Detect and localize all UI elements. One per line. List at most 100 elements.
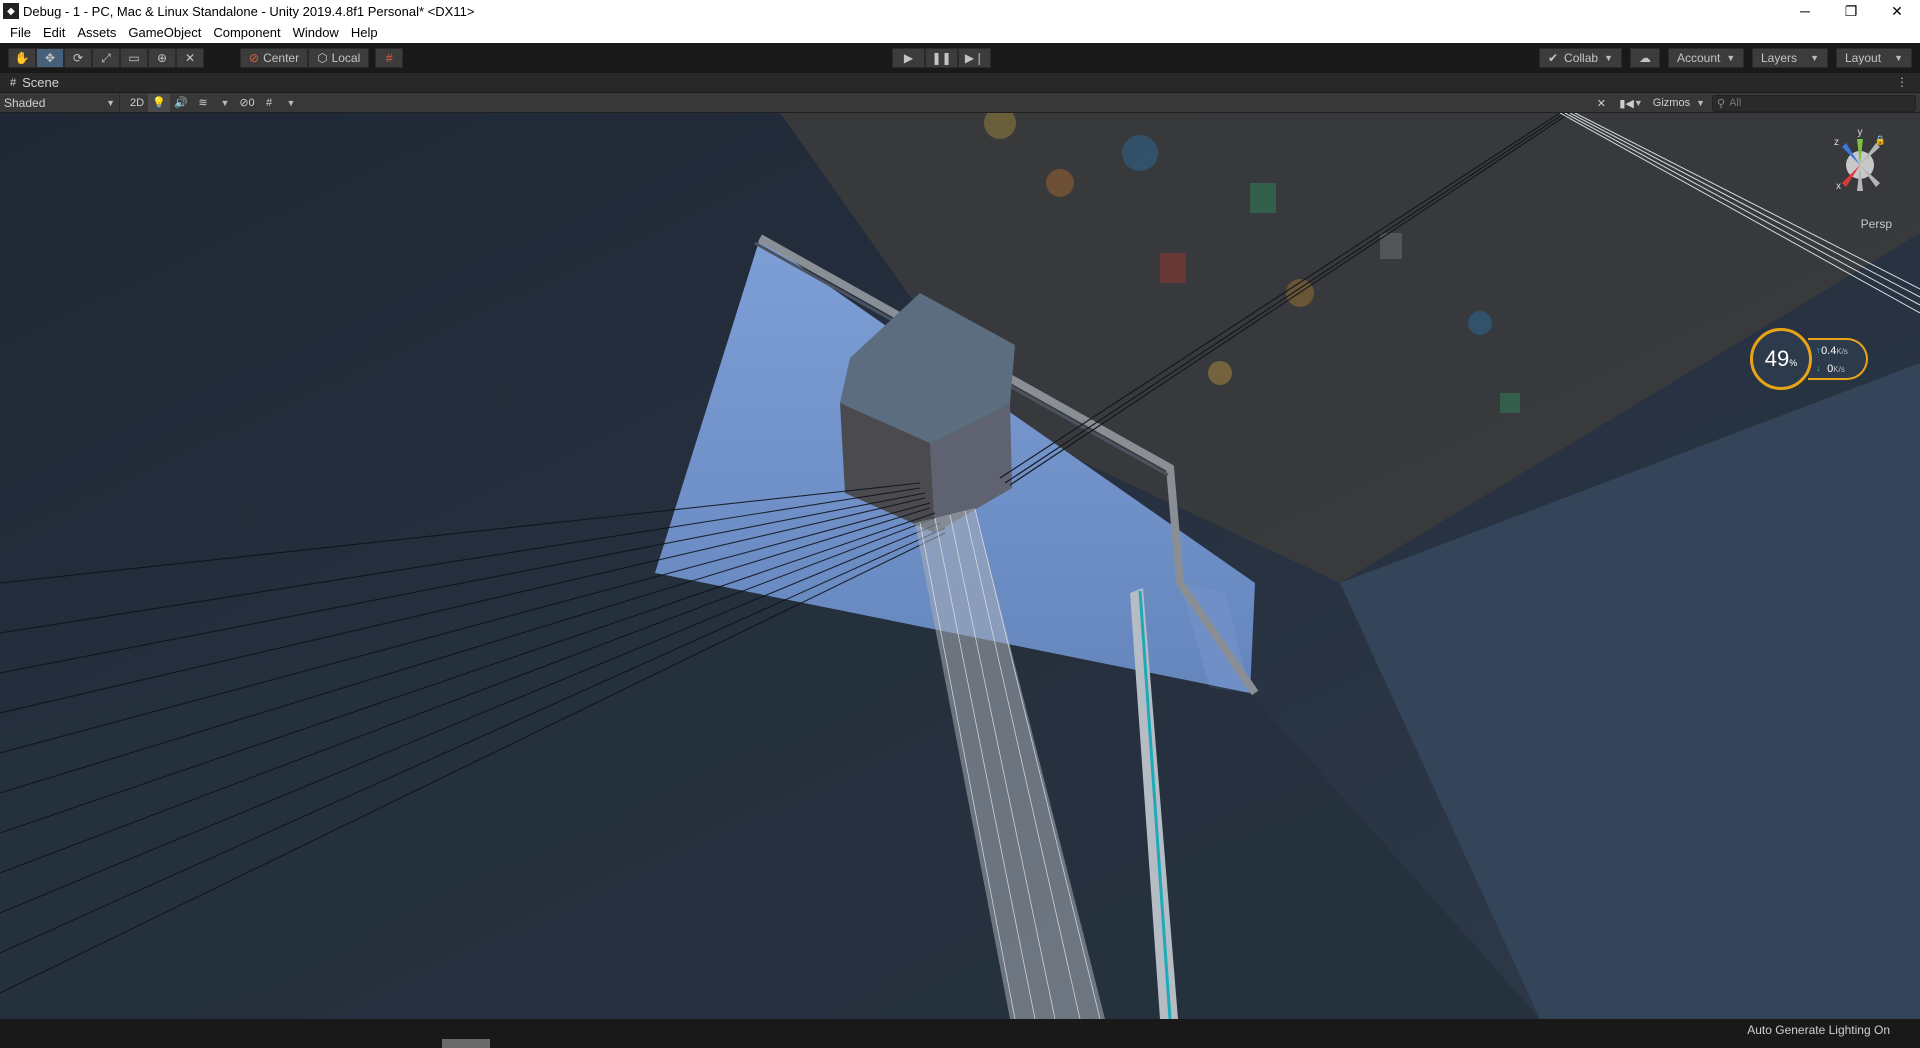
scene-search-input[interactable]	[1729, 97, 1910, 109]
snap-button[interactable]: #	[375, 48, 404, 68]
cpu-percent-unit: %	[1789, 358, 1798, 368]
window-controls: ─ ❐ ✕	[1782, 0, 1920, 22]
transform-icon: ⊕	[156, 51, 168, 65]
wrench-icon: ✕	[1596, 97, 1606, 110]
restore-button[interactable]: ❐	[1828, 0, 1874, 22]
upload-unit: K/s	[1836, 347, 1848, 356]
pivot-rotation-label: Local	[331, 51, 361, 65]
upload-arrow-icon: ↑	[1816, 345, 1821, 355]
chevron-down-icon: ▼	[220, 97, 230, 108]
layers-label: Layers	[1761, 51, 1798, 65]
play-button[interactable]: ▶	[892, 48, 925, 68]
grid-toggle[interactable]: #	[258, 94, 280, 112]
move-tool-button[interactable]: ✥	[36, 48, 64, 68]
status-progress-indicator	[442, 1039, 490, 1048]
rect-tool-button[interactable]: ▭	[120, 48, 148, 68]
step-icon: ▶❘	[964, 51, 985, 65]
check-icon: ✔	[1547, 51, 1559, 65]
download-unit: K/s	[1833, 365, 1845, 374]
upload-value: 0.4	[1821, 345, 1837, 357]
scene-orientation-gizmo[interactable]: y z x 🔒 Persp	[1820, 125, 1900, 231]
close-button[interactable]: ✕	[1874, 0, 1920, 22]
axis-gizmo-icon: y z x	[1834, 127, 1880, 192]
network-monitor-widget[interactable]: ↑ 0.4K/s ↓ 0K/s 49%	[1750, 328, 1880, 392]
chevron-down-icon: ▼	[1633, 98, 1643, 108]
toggle-2d-button[interactable]: 2D	[126, 94, 148, 112]
layout-dropdown[interactable]: Layout ▼	[1836, 48, 1912, 68]
scene-toolbar-right: ✕ ▮◀ ▼ Gizmos ▼ ⚲	[1590, 94, 1916, 112]
menu-component[interactable]: Component	[207, 25, 286, 40]
pause-button[interactable]: ❚❚	[925, 48, 958, 68]
rotate-tool-button[interactable]: ⟳	[64, 48, 92, 68]
custom-tool-button[interactable]: ✕	[176, 48, 204, 68]
main-toolbar: ✋ ✥ ⟳ ⤢ ▭ ⊕ ✕ ⊘ Center ⬡ Local # ▶ ❚❚ ▶❘…	[0, 43, 1920, 73]
hidden-objects-toggle[interactable]: ⊘ 0	[236, 94, 258, 112]
lighting-status[interactable]: Auto Generate Lighting On	[1747, 1023, 1890, 1037]
eye-slash-icon: ⊘	[239, 97, 249, 109]
upload-rate: ↑ 0.4K/s	[1816, 345, 1848, 357]
scale-icon: ⤢	[101, 50, 111, 65]
scene-tab-strip: # Scene ⋮	[0, 73, 1920, 93]
menu-window[interactable]: Window	[287, 25, 345, 40]
cpu-percent-value: 49	[1764, 346, 1790, 371]
draw-mode-label: Shaded	[4, 95, 46, 110]
collab-label: Collab	[1564, 51, 1599, 65]
axis-z-label: z	[1834, 137, 1839, 148]
menu-help[interactable]: Help	[345, 25, 384, 40]
grid-dropdown[interactable]: ▼	[280, 94, 302, 112]
lock-icon[interactable]: 🔒	[1875, 135, 1886, 146]
speaker-icon: 🔊	[174, 97, 188, 109]
hand-tool-button[interactable]: ✋	[8, 48, 36, 68]
chevron-down-icon: ▼	[1894, 53, 1903, 63]
axis-y-label: y	[1858, 127, 1863, 138]
draw-mode-dropdown[interactable]: Shaded ▼	[0, 93, 120, 112]
menu-gameobject[interactable]: GameObject	[122, 25, 207, 40]
rotate-icon: ⟳	[72, 51, 84, 65]
menu-assets[interactable]: Assets	[71, 25, 122, 40]
more-options-icon[interactable]: ⋮	[1896, 75, 1908, 89]
search-icon: ⚲	[1717, 97, 1726, 110]
unity-app-icon: ◆	[3, 3, 19, 19]
effects-toggle[interactable]: ≋	[192, 94, 214, 112]
cloud-button[interactable]: ☁	[1630, 48, 1660, 68]
axis-x-label: x	[1836, 181, 1841, 192]
hand-icon: ✋	[14, 51, 30, 65]
transform-tools: ✋ ✥ ⟳ ⤢ ▭ ⊕ ✕	[8, 48, 204, 68]
wrench-icon: ✕	[184, 51, 196, 65]
pivot-icon: ⊘	[249, 51, 260, 65]
pivot-rotation-toggle[interactable]: ⬡ Local	[308, 48, 370, 68]
account-label: Account	[1677, 51, 1721, 65]
local-icon: ⬡	[317, 51, 328, 65]
menu-file[interactable]: File	[4, 25, 37, 40]
scene-viewport[interactable]: y z x 🔒 Persp ↑ 0.4K/s ↓ 0K/s 49%	[0, 113, 1920, 1019]
account-dropdown[interactable]: Account ▼	[1668, 48, 1744, 68]
menu-edit[interactable]: Edit	[37, 25, 71, 40]
grid-icon: #	[265, 96, 273, 109]
minimize-button[interactable]: ─	[1782, 0, 1828, 22]
chevron-down-icon: ▼	[106, 97, 115, 108]
scene-grid-icon: #	[10, 76, 17, 89]
scale-tool-button[interactable]: ⤢	[92, 48, 120, 68]
layers-dropdown[interactable]: Layers ▼	[1752, 48, 1828, 68]
gizmos-dropdown[interactable]: Gizmos ▼	[1650, 94, 1708, 112]
chevron-down-icon: ▼	[1726, 53, 1736, 63]
camera-dropdown[interactable]: ▮◀ ▼	[1616, 94, 1645, 112]
projection-label[interactable]: Persp	[1861, 217, 1892, 231]
rect-icon: ▭	[128, 51, 140, 65]
camera-icon: ▮◀	[1619, 97, 1634, 110]
pivot-mode-toggle[interactable]: ⊘ Center	[240, 48, 309, 68]
step-button[interactable]: ▶❘	[958, 48, 991, 68]
transform-tool-button[interactable]: ⊕	[148, 48, 176, 68]
collab-dropdown[interactable]: ✔ Collab ▼	[1538, 48, 1622, 68]
cpu-percent-ring: 49%	[1750, 328, 1812, 390]
scene-search[interactable]: ⚲	[1712, 94, 1916, 112]
effects-dropdown[interactable]: ▼	[214, 94, 236, 112]
audio-toggle[interactable]: 🔊	[170, 94, 192, 112]
layout-label: Layout	[1845, 51, 1882, 65]
toolbar-right: ✔ Collab ▼ ☁ Account ▼ Layers ▼ Layout ▼	[1538, 48, 1912, 68]
status-bar: Auto Generate Lighting On	[0, 1019, 1920, 1048]
download-rate: ↓ 0K/s	[1816, 363, 1845, 375]
lighting-toggle[interactable]: 💡	[148, 93, 170, 112]
scene-tools-button[interactable]: ✕	[1590, 94, 1612, 112]
tab-scene[interactable]: # Scene	[0, 75, 59, 90]
